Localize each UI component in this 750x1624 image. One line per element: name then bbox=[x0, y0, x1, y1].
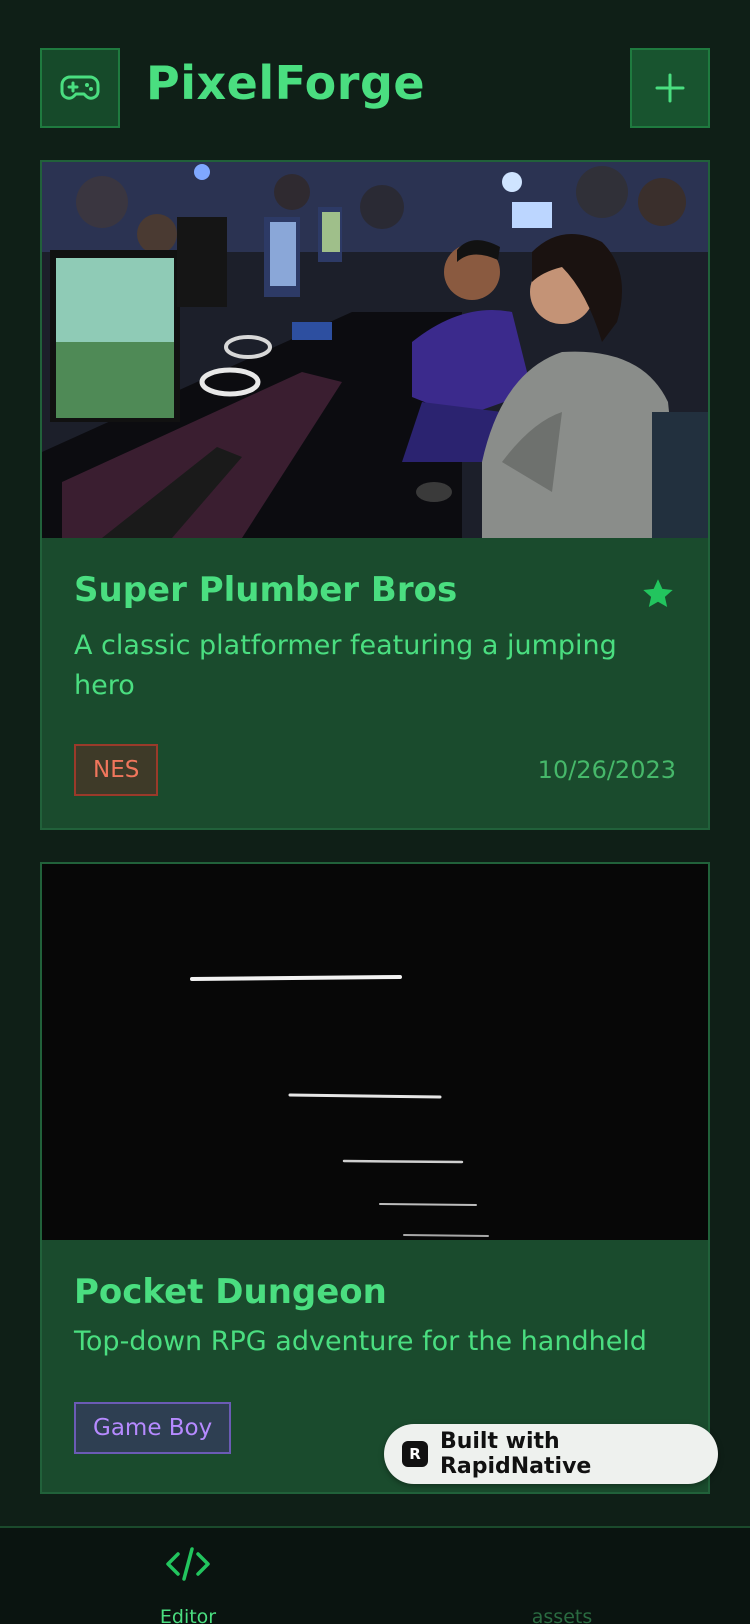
game-cover-image bbox=[42, 162, 708, 538]
add-game-button[interactable] bbox=[630, 48, 710, 128]
star-icon bbox=[643, 579, 673, 608]
header: PixelForge bbox=[40, 48, 710, 128]
game-description: A classic platformer featuring a jumping… bbox=[74, 630, 617, 701]
plus-icon bbox=[655, 73, 685, 103]
platform-tag: Game Boy bbox=[74, 1402, 232, 1454]
logo-button[interactable] bbox=[40, 48, 120, 128]
game-card[interactable]: Pocket Dungeon Top-down RPG adventure fo… bbox=[40, 862, 710, 1494]
code-icon bbox=[166, 1547, 210, 1581]
tab-editor-label: Editor bbox=[159, 1606, 217, 1624]
platform-tag: NES bbox=[74, 744, 159, 796]
tab-editor[interactable]: Editor bbox=[150, 1528, 226, 1624]
tab-assets[interactable]: assets bbox=[520, 1528, 604, 1624]
gamepad-icon bbox=[60, 75, 100, 100]
built-with-badge[interactable]: R Built with RapidNative bbox=[384, 1424, 718, 1484]
favorite-button[interactable] bbox=[640, 576, 676, 612]
game-card[interactable]: Super Plumber Bros A classic platformer … bbox=[40, 160, 710, 830]
platform-label: Game Boy bbox=[93, 1415, 213, 1441]
app-root: PixelForge Super Plumber Bros A classic … bbox=[0, 0, 750, 1624]
rapidnative-logo-icon: R bbox=[402, 1441, 428, 1467]
app-title: PixelForge bbox=[146, 56, 426, 110]
game-title: Super Plumber Bros bbox=[74, 570, 458, 610]
tab-assets-label: assets bbox=[531, 1606, 593, 1624]
bottom-nav: Editor assets bbox=[0, 1526, 750, 1624]
platform-label: NES bbox=[93, 757, 140, 783]
game-cover-image bbox=[42, 864, 708, 1240]
game-description: Top-down RPG adventure for the handheld bbox=[74, 1326, 647, 1357]
built-with-label: Built with RapidNative bbox=[439, 1429, 592, 1479]
release-date: 10/26/2023 bbox=[537, 756, 676, 784]
card-content: Super Plumber Bros A classic platformer … bbox=[74, 570, 676, 800]
game-title: Pocket Dungeon bbox=[74, 1272, 387, 1312]
